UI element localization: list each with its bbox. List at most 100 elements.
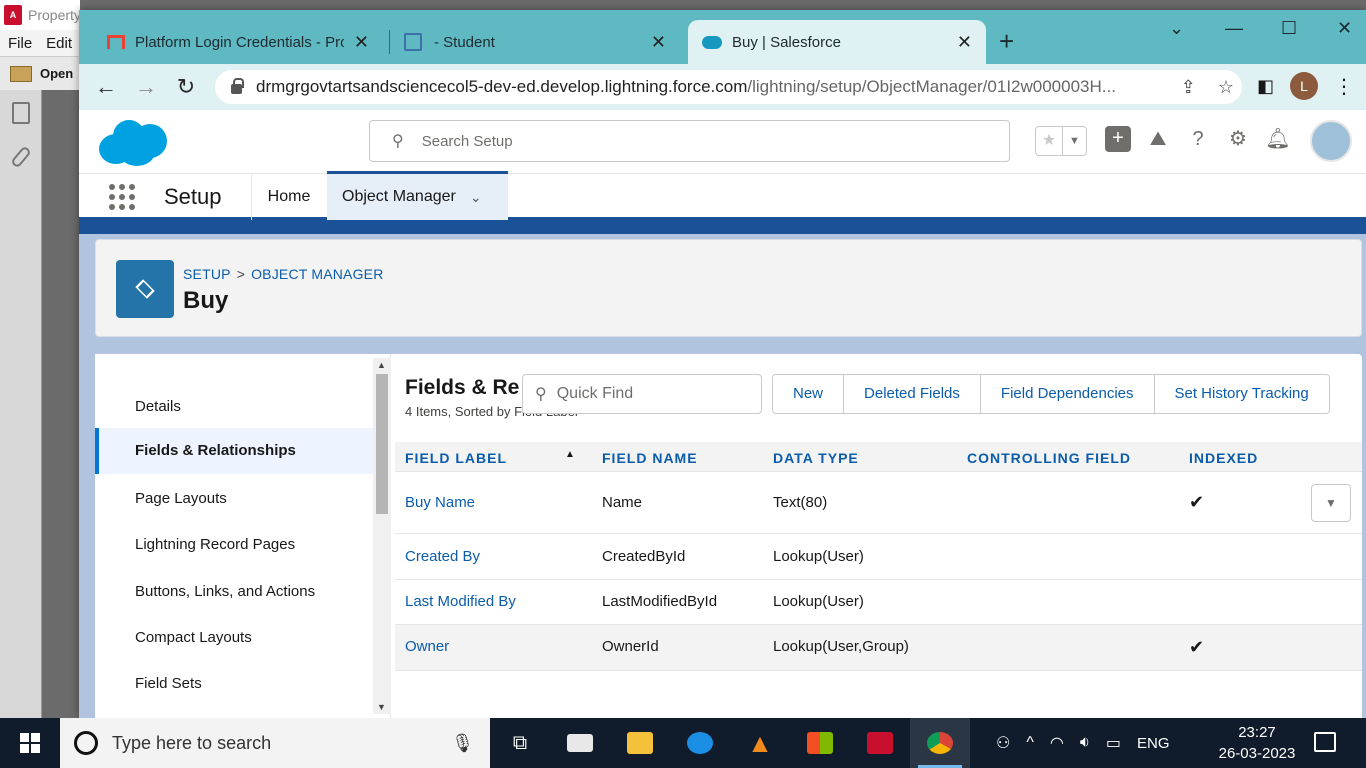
column-field-label[interactable]: FIELD LABEL <box>405 450 507 466</box>
forward-button[interactable]: → <box>126 74 166 100</box>
language-indicator[interactable]: ENG <box>1137 735 1170 752</box>
field-label-link[interactable]: Owner <box>405 638 449 655</box>
column-controlling-field[interactable]: CONTROLLING FIELD <box>967 450 1131 466</box>
acrobat-taskbar-icon[interactable] <box>850 718 910 768</box>
row-actions-dropdown[interactable]: ▼ <box>1311 484 1351 522</box>
clock-date: 26-03-2023 <box>1218 745 1296 762</box>
scroll-up-icon[interactable]: ▲ <box>377 360 386 370</box>
user-avatar[interactable] <box>1310 120 1352 162</box>
sidebar-item-fields-relationships[interactable]: Fields & Relationships <box>95 428 373 474</box>
task-view-icon[interactable]: ⧉ <box>490 718 550 768</box>
sort-ascending-icon[interactable]: ▲ <box>565 449 575 460</box>
menu-kebab-icon[interactable]: ⋮ <box>1334 74 1354 99</box>
sidebar-item-compact-layouts[interactable]: Compact Layouts <box>95 615 373 661</box>
mail-icon[interactable] <box>550 718 610 768</box>
favorites-dropdown-icon[interactable]: ▼ <box>1062 127 1086 155</box>
nav-object-manager-label: Object Manager <box>342 188 456 205</box>
new-tab-button[interactable]: + <box>999 28 1014 54</box>
menu-edit[interactable]: Edit <box>46 35 72 52</box>
breadcrumb-setup[interactable]: SETUP <box>183 266 231 282</box>
bookmark-star-icon[interactable]: ☆ <box>1218 77 1234 98</box>
minimize-button[interactable]: — <box>1225 18 1243 39</box>
notifications-bell-icon[interactable]: 🔔︎ <box>1265 126 1291 152</box>
people-icon[interactable]: ⚇ <box>996 733 1010 753</box>
set-history-tracking-button[interactable]: Set History Tracking <box>1154 375 1329 413</box>
chevron-down-icon[interactable]: ⌄ <box>470 189 482 206</box>
nav-object-manager-tab[interactable]: Object Manager ⌄ <box>327 171 508 220</box>
sidebar-item-field-sets[interactable]: Field Sets <box>95 661 373 707</box>
tab-gmail[interactable]: Platform Login Credentials - Proj ✕ <box>93 20 383 64</box>
folder-icon[interactable] <box>10 65 32 82</box>
trailhead-icon[interactable]: ⛰ <box>1145 126 1171 152</box>
scroll-down-icon[interactable]: ▼ <box>377 702 386 712</box>
battery-icon[interactable]: ▭ <box>1106 733 1121 753</box>
sidebar-item-lightning-record-pages[interactable]: Lightning Record Pages <box>95 522 373 568</box>
menu-file[interactable]: File <box>8 35 32 52</box>
column-field-name[interactable]: FIELD NAME <box>602 450 698 466</box>
fields-title: Fields & Re <box>405 376 520 399</box>
sidebar-item-details[interactable]: Details <box>95 384 373 430</box>
action-button-group: New Deleted Fields Field Dependencies Se… <box>772 374 1330 414</box>
field-dependencies-button[interactable]: Field Dependencies <box>980 375 1155 413</box>
app-launcher-icon[interactable] <box>109 184 135 210</box>
acrobat-title-bar: A Property <box>0 0 80 30</box>
pages-icon[interactable] <box>11 102 30 124</box>
help-icon[interactable]: ? <box>1185 126 1211 152</box>
quick-find-input[interactable]: ⚲ Quick Find <box>522 374 762 414</box>
close-icon[interactable]: ✕ <box>957 32 972 53</box>
clock[interactable]: 23:27 26-03-2023 <box>1212 722 1302 764</box>
edge-icon[interactable] <box>670 718 730 768</box>
chrome-taskbar-icon[interactable] <box>910 718 970 768</box>
setup-search[interactable]: ⚲ Search Setup <box>369 120 1010 162</box>
breadcrumb-object-manager[interactable]: OBJECT MANAGER <box>251 266 383 282</box>
deleted-fields-button[interactable]: Deleted Fields <box>844 375 981 413</box>
sidebar-item-page-layouts[interactable]: Page Layouts <box>95 476 373 522</box>
volume-icon[interactable]: 🔉︎ <box>1080 734 1090 752</box>
sidebar-item-buttons-links-actions[interactable]: Buttons, Links, and Actions <box>95 569 373 615</box>
profile-avatar[interactable]: L <box>1290 72 1319 100</box>
vlc-icon[interactable]: ▲ <box>730 718 790 768</box>
store-icon[interactable] <box>790 718 850 768</box>
column-data-type[interactable]: DATA TYPE <box>773 450 859 466</box>
show-hidden-icons-icon[interactable]: ^ <box>1026 734 1034 752</box>
taskbar-search[interactable]: Type here to search 🎙︎ <box>60 718 490 768</box>
close-icon[interactable]: ✕ <box>354 32 369 53</box>
new-button[interactable]: New <box>773 375 845 413</box>
salesforce-logo[interactable] <box>99 116 171 168</box>
url-host: drmgrgovtartsandsciencecol5-dev-ed.devel… <box>256 77 748 96</box>
field-label-link[interactable]: Last Modified By <box>405 593 516 610</box>
toolbar-right: ◧ L ⋮ <box>1257 72 1354 100</box>
wifi-icon[interactable]: ◠ <box>1050 733 1064 753</box>
notifications-icon[interactable] <box>1314 732 1336 752</box>
favorites-star-icon[interactable]: ★ <box>1036 127 1062 155</box>
file-explorer-icon[interactable] <box>610 718 670 768</box>
close-window-button[interactable]: ✕ <box>1337 18 1352 39</box>
setup-gear-icon[interactable]: ⚙ <box>1225 126 1251 152</box>
reload-button[interactable]: ↻ <box>166 74 206 100</box>
windows-logo-icon <box>20 733 40 753</box>
side-panel-icon[interactable]: ◧ <box>1257 76 1274 97</box>
attachment-icon[interactable] <box>9 145 32 169</box>
column-indexed[interactable]: INDEXED <box>1189 450 1258 466</box>
microphone-icon[interactable]: 🎙︎ <box>451 733 474 754</box>
address-bar[interactable]: drmgrgovtartsandsciencecol5-dev-ed.devel… <box>215 70 1242 104</box>
maximize-button[interactable]: ☐ <box>1281 18 1297 39</box>
back-button[interactable]: ← <box>86 74 126 100</box>
share-icon[interactable]: ⇪ <box>1181 77 1196 98</box>
tab-title: Platform Login Credentials - Proj <box>135 33 344 51</box>
open-label[interactable]: Open <box>40 66 73 81</box>
tab-salesforce[interactable]: Buy | Salesforce ✕ <box>688 20 986 64</box>
sidebar-scrollbar[interactable]: ▲ ▼ <box>373 358 391 714</box>
nav-home-tab[interactable]: Home <box>251 174 327 220</box>
tab-search-icon[interactable]: ⌄ <box>1169 18 1184 39</box>
global-actions-icon[interactable]: + <box>1105 126 1131 152</box>
salesforce-icon <box>702 35 722 49</box>
close-icon[interactable]: ✕ <box>651 32 666 53</box>
app-name: Setup <box>164 184 222 209</box>
scrollbar-thumb[interactable] <box>376 374 388 514</box>
field-label-link[interactable]: Created By <box>405 548 480 565</box>
tab-student[interactable]: - Student ✕ <box>390 20 680 64</box>
start-button[interactable] <box>0 718 60 768</box>
lock-icon[interactable] <box>231 78 244 94</box>
field-label-link[interactable]: Buy Name <box>405 494 475 511</box>
